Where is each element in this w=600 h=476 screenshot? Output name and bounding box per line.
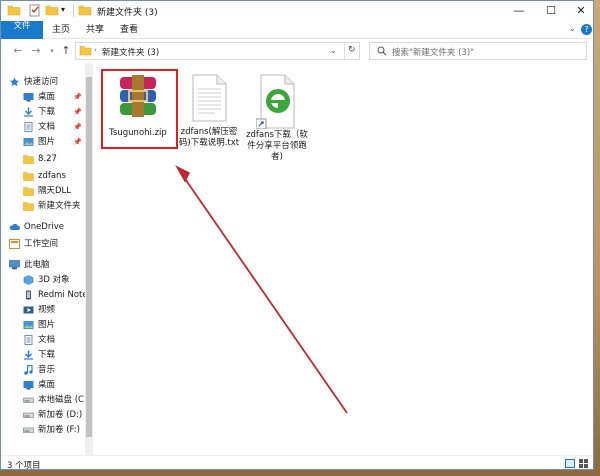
details-view-icon[interactable] <box>565 459 575 468</box>
item-count: 3 个项目 <box>7 461 41 470</box>
explorer-window: ▾ 新建文件夹 (3) — ☐ ✕ 文件 主页 共享 查看 ⌄ ? ← → ▾ … <box>0 0 594 470</box>
status-bar: 3 个项目 <box>1 455 593 470</box>
annotation-arrow <box>175 165 348 414</box>
large-icons-view-icon[interactable] <box>579 459 589 468</box>
